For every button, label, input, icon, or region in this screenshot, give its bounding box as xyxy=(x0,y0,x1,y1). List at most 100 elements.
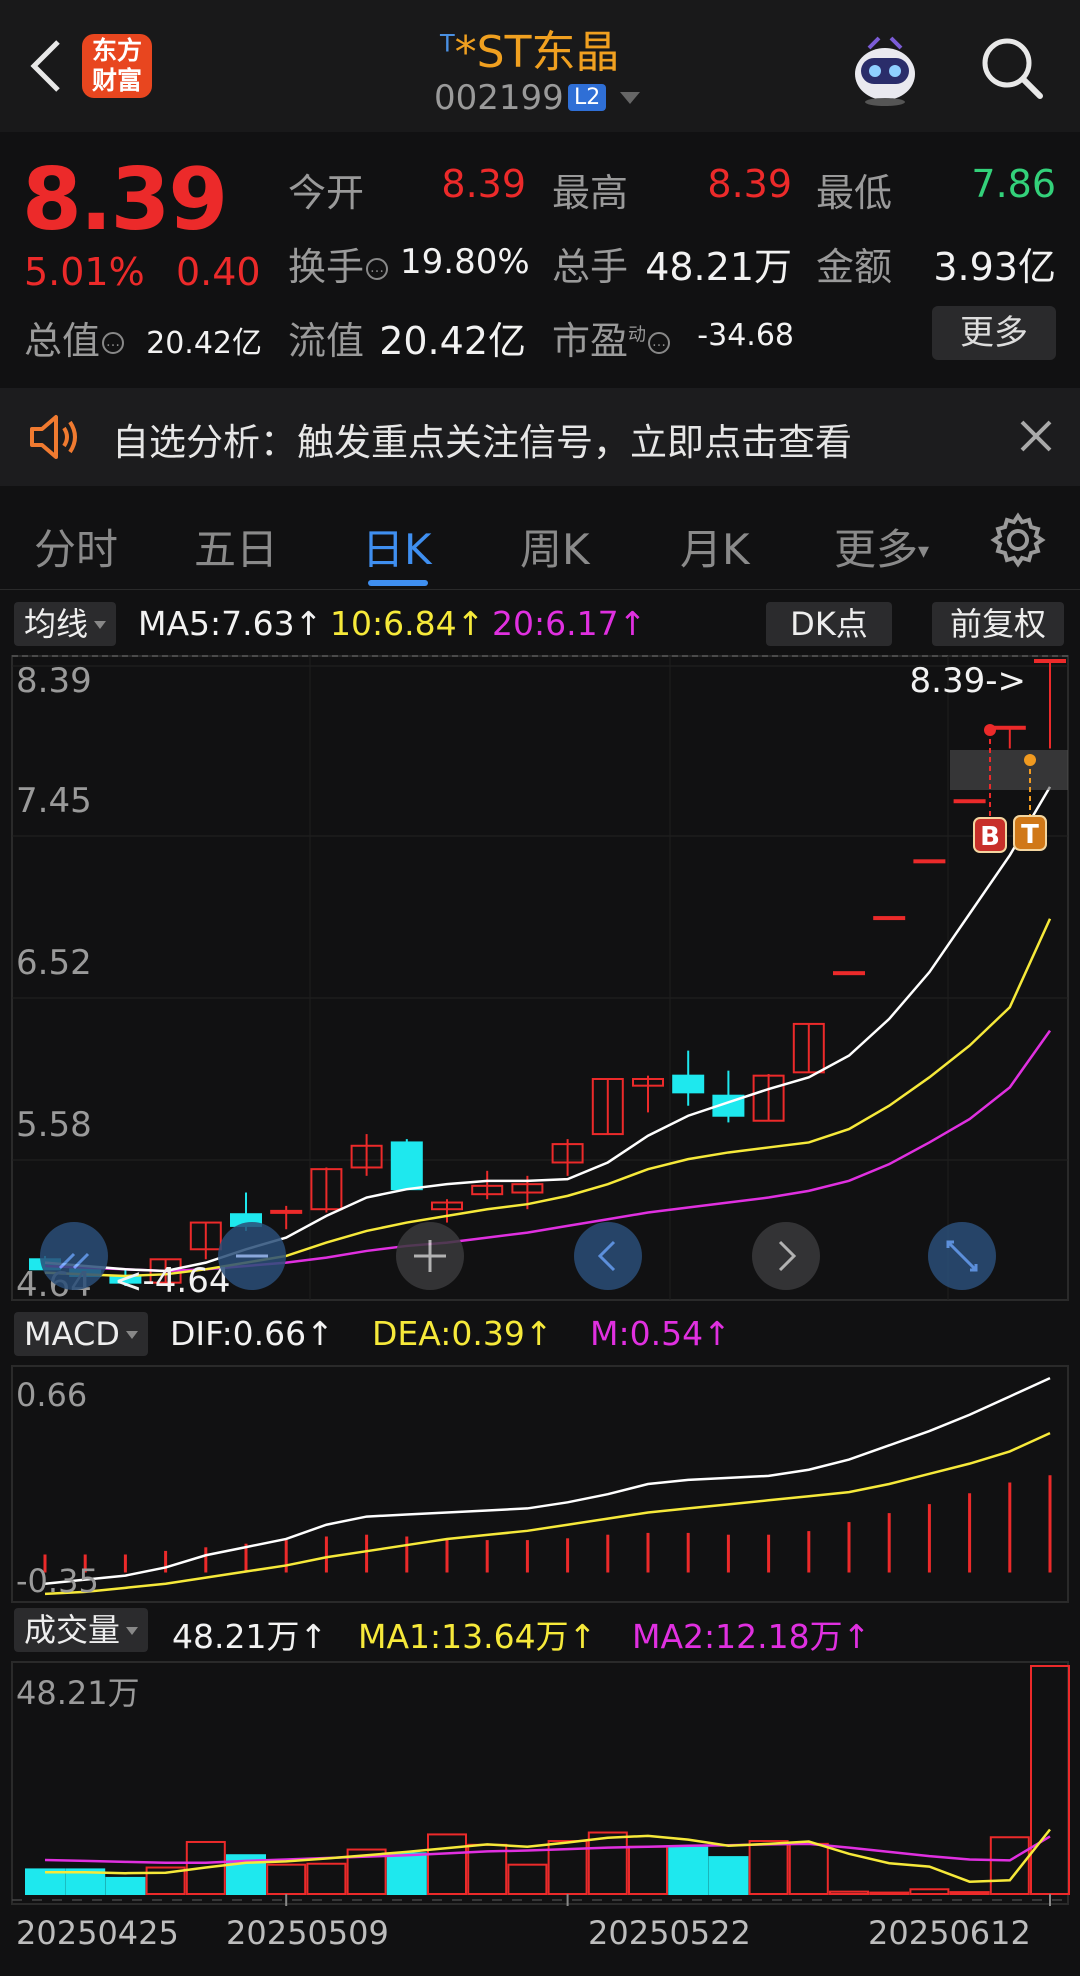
logo-line2: 财富 xyxy=(91,66,142,95)
float-value: 20.42亿 xyxy=(379,319,526,363)
adjust-button[interactable]: 前复权 xyxy=(932,602,1064,646)
macd-axis-bottom: -0.35 xyxy=(16,1562,99,1600)
y-tick-4: 5.58 xyxy=(16,1105,92,1145)
stock-name-text: *ST东晶 xyxy=(454,27,620,78)
ma10-text: 10:6.84 xyxy=(330,604,457,643)
volume-bar xyxy=(306,1862,347,1896)
volume-bar xyxy=(386,1852,427,1895)
gear-icon[interactable] xyxy=(990,512,1046,568)
volume-value: 48.21万 xyxy=(645,245,792,289)
volume-bar xyxy=(949,1891,990,1896)
volume-bar xyxy=(507,1863,548,1895)
grid-lines xyxy=(12,656,1068,1300)
volume-bar xyxy=(628,1845,668,1895)
candle-body xyxy=(873,916,906,921)
close-icon[interactable] xyxy=(1016,416,1056,456)
pe-label: 市盈动… xyxy=(552,310,671,365)
robot-assistant-icon[interactable] xyxy=(845,28,925,108)
candle-body xyxy=(1034,659,1066,663)
macd-axis-top: 0.66 xyxy=(16,1376,87,1414)
t-dot xyxy=(1024,754,1036,766)
search-icon[interactable] xyxy=(978,34,1046,102)
t-marker-text: T xyxy=(1021,820,1039,850)
x-date-4: 20250612 xyxy=(868,1914,1031,1952)
change-amount: 0.40 xyxy=(176,250,261,294)
turnover-value: 19.80% xyxy=(400,242,530,282)
vol-ma1-line xyxy=(45,1828,1051,1883)
caret-down-icon: ▾ xyxy=(918,539,930,564)
tab-intraday[interactable]: 分时 xyxy=(34,516,118,577)
active-tab-indicator xyxy=(368,580,428,586)
ma5-readout: MA5:7.63↑ xyxy=(138,604,323,643)
info-icon[interactable]: … xyxy=(648,332,671,354)
volume-bar xyxy=(708,1856,749,1895)
x-date-2: 20250509 xyxy=(226,1914,389,1952)
volume-bar xyxy=(105,1876,146,1895)
price-highlight-box xyxy=(950,750,1068,790)
more-button[interactable]: 更多 xyxy=(932,306,1056,360)
candle-body xyxy=(953,799,986,804)
info-icon[interactable]: … xyxy=(102,332,125,354)
chevron-down-icon[interactable] xyxy=(620,92,640,104)
info-icon[interactable]: … xyxy=(366,258,389,280)
ma20-readout: 20:6.17↑ xyxy=(492,604,647,643)
ma-lines-layer xyxy=(44,786,1052,1278)
candle-body xyxy=(270,1209,303,1214)
notice-bar[interactable]: 自选分析：触发重点关注信号，立即点击查看 xyxy=(0,388,1080,486)
prev-button xyxy=(574,1222,642,1290)
volume-bar xyxy=(668,1846,709,1895)
mktcap-label: 总值… xyxy=(24,310,125,365)
indicator-select-ma[interactable]: 均线 xyxy=(14,602,117,646)
amount-value: 3.93亿 xyxy=(933,245,1056,289)
name-prefix: T xyxy=(440,29,455,58)
y-tick-1: 8.39 xyxy=(16,661,92,701)
logo-line1: 东方 xyxy=(91,36,142,65)
ma20-text: 20:6.17 xyxy=(492,604,619,643)
macd-layer xyxy=(43,1377,1052,1596)
vol-ma2-line xyxy=(44,1835,1051,1865)
tab-monthly-k[interactable]: 月K xyxy=(680,516,750,577)
chevron-down-icon xyxy=(94,621,107,629)
ma-select-label: 均线 xyxy=(24,605,89,643)
volume-label: 总手 xyxy=(552,245,629,289)
dea-line xyxy=(44,1431,1051,1596)
max-price-label: 8.39-> xyxy=(910,661,1026,701)
candle-body xyxy=(993,725,1026,730)
tab-five-day[interactable]: 五日 xyxy=(194,516,278,577)
level2-badge[interactable]: L2 xyxy=(568,84,607,111)
change-percent: 5.01% xyxy=(24,250,145,294)
volume-bar xyxy=(869,1891,910,1895)
candle-body xyxy=(913,859,946,864)
volume-bar xyxy=(989,1836,1030,1896)
volume-bar xyxy=(788,1842,829,1895)
volume-bar xyxy=(748,1840,789,1896)
ma5-text: MA5:7.63 xyxy=(138,604,295,643)
volume-bar xyxy=(266,1863,307,1895)
turnover-label: 换手… xyxy=(288,236,389,291)
next-button xyxy=(752,1222,820,1290)
notice-text: 自选分析：触发重点关注信号，立即点击查看 xyxy=(112,421,852,464)
back-arrow-icon[interactable] xyxy=(22,36,72,96)
tab-more[interactable]: 更多▾ xyxy=(834,516,929,577)
x-date-1: 20250425 xyxy=(16,1914,179,1952)
app-logo: 东方 财富 xyxy=(82,34,152,98)
high-label: 最高 xyxy=(552,171,629,215)
pe-label-text: 市盈 xyxy=(552,319,629,363)
open-label: 今开 xyxy=(288,171,365,215)
ma20-line xyxy=(44,1029,1052,1273)
mktcap-value: 20.42亿 xyxy=(146,326,262,361)
kline-chart[interactable]: 8.39 7.45 6.52 5.58 4.64 8.39-> <-4.64 B… xyxy=(0,650,1080,1976)
y-tick-2: 7.45 xyxy=(16,781,92,821)
x-date-3: 20250522 xyxy=(588,1914,751,1952)
buy-dot xyxy=(984,724,996,736)
period-tabs: 分时 五日 日K 周K 月K 更多▾ xyxy=(0,500,1080,590)
float-label: 流值 xyxy=(288,319,365,363)
tab-daily-k[interactable]: 日K xyxy=(362,516,432,577)
volume-bar xyxy=(909,1888,950,1895)
dk-point-button[interactable]: DK点 xyxy=(766,602,892,646)
stock-name[interactable]: T*ST东晶 xyxy=(440,16,619,80)
vol-axis-top: 48.21万 xyxy=(16,1674,140,1712)
tab-weekly-k[interactable]: 周K xyxy=(520,516,590,577)
stock-code: 002199 xyxy=(434,78,564,118)
candles-layer xyxy=(29,659,1066,1286)
